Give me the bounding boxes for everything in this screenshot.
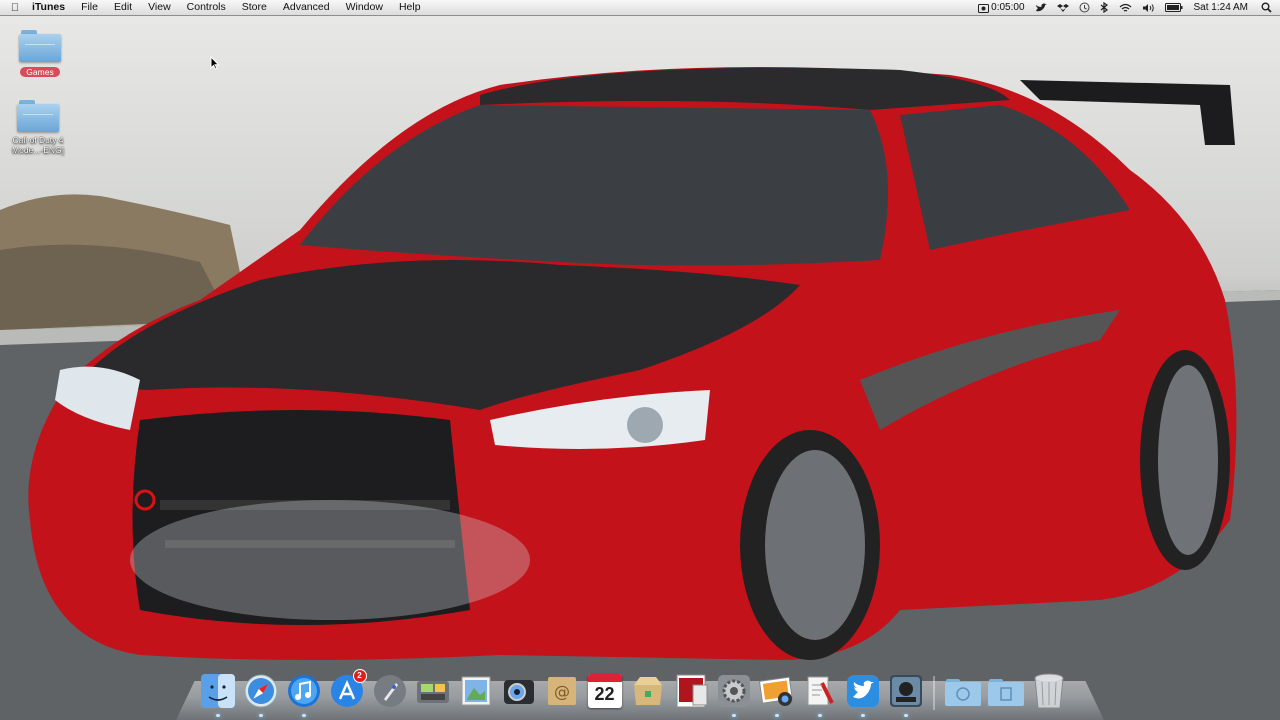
app-store-badge: 2 <box>352 669 367 683</box>
dock-ical[interactable]: 22 <box>586 672 624 710</box>
dock-documents-folder[interactable] <box>987 672 1025 710</box>
menu-file[interactable]: File <box>73 0 106 15</box>
record-icon <box>978 3 990 13</box>
documents-folder-icon <box>987 679 1024 706</box>
applications-folder-icon <box>944 679 981 706</box>
dock-launchpad[interactable] <box>371 672 409 710</box>
folder-icon <box>17 100 59 132</box>
menu-advanced[interactable]: Advanced <box>275 0 338 15</box>
mouse-pointer-icon <box>210 55 220 75</box>
bluetooth-icon[interactable] <box>1095 2 1114 13</box>
dock: 2 @ 22 <box>196 664 1070 717</box>
dock-game[interactable] <box>887 672 925 717</box>
trash-icon <box>1034 673 1063 709</box>
dock-photo-stack[interactable] <box>672 672 710 710</box>
time-machine-icon[interactable] <box>1074 2 1095 13</box>
apple-menu-icon[interactable]:  <box>0 2 30 14</box>
dock-iphoto[interactable] <box>758 672 796 717</box>
menu-store[interactable]: Store <box>234 0 275 15</box>
mail-icon: @ <box>547 677 576 705</box>
game-icon <box>889 675 922 707</box>
status-menus: 0:05:00 Sat 1:24 AM <box>973 0 1280 15</box>
iphoto-icon <box>758 676 793 706</box>
finder-icon <box>200 674 235 708</box>
dock-trash[interactable] <box>1030 672 1068 710</box>
dock-mail[interactable]: @ <box>543 672 581 710</box>
twitter-icon <box>846 675 879 707</box>
safari-icon <box>244 674 277 708</box>
photo-booth-icon <box>503 680 534 704</box>
dock-photo-booth[interactable] <box>500 672 538 710</box>
menu-controls[interactable]: Controls <box>179 0 234 15</box>
dock-safari[interactable] <box>242 672 280 717</box>
image-capture-icon <box>416 681 449 703</box>
dock-finder[interactable] <box>199 672 237 717</box>
app-menu-itunes[interactable]: iTunes <box>30 0 73 15</box>
status-timer[interactable]: 0:05:00 <box>973 0 1029 15</box>
dock-itunes[interactable] <box>285 672 323 717</box>
menu-edit[interactable]: Edit <box>106 0 140 15</box>
menu-bar:  iTunes File Edit View Controls Store A… <box>0 0 1280 16</box>
wifi-icon[interactable] <box>1114 3 1137 13</box>
svg-text:@: @ <box>554 682 570 701</box>
dock-system-preferences[interactable] <box>715 672 753 717</box>
dock-archive-utility[interactable] <box>629 672 667 710</box>
menubar-clock[interactable]: Sat 1:24 AM <box>1188 0 1256 15</box>
desktop-folder-label: Call of Duty 4 Mode...-ENG] <box>12 135 64 155</box>
dock-applications-folder[interactable] <box>944 672 982 710</box>
system-preferences-icon <box>717 675 750 707</box>
calendar-icon: 22 <box>587 674 622 708</box>
timer-text: 0:05:00 <box>991 2 1025 13</box>
dropbox-status-icon[interactable] <box>1052 3 1074 13</box>
preview-icon <box>461 676 490 706</box>
desktop-folder-games[interactable]: Games <box>2 30 78 80</box>
menu-view[interactable]: View <box>140 0 179 15</box>
spotlight-icon[interactable] <box>1256 2 1280 13</box>
script-editor-icon <box>807 676 834 706</box>
calendar-day: 22 <box>594 684 615 704</box>
dock-app-store[interactable]: 2 <box>328 669 367 710</box>
dock-script-editor[interactable] <box>801 672 839 717</box>
dock-preview[interactable] <box>457 672 495 710</box>
itunes-icon <box>287 675 320 707</box>
archive-utility-icon <box>633 677 662 705</box>
desktop-wallpaper <box>0 0 1280 720</box>
volume-icon[interactable] <box>1137 3 1160 13</box>
launchpad-icon <box>373 675 406 707</box>
dock-image-capture[interactable] <box>414 672 452 710</box>
desktop-folder-label: Games <box>20 67 60 77</box>
dock-separator <box>933 676 935 710</box>
desktop-folder-call-of-duty[interactable]: Call of Duty 4 Mode...-ENG] <box>0 100 76 155</box>
twitter-status-icon[interactable] <box>1030 3 1052 13</box>
photo-stack-icon <box>676 674 707 708</box>
menu-window[interactable]: Window <box>338 0 391 15</box>
dock-twitter[interactable] <box>844 672 882 717</box>
menu-help[interactable]: Help <box>391 0 429 15</box>
folder-icon <box>19 30 61 62</box>
car-wallpaper-illustration <box>0 67 1280 720</box>
battery-icon[interactable] <box>1160 3 1188 12</box>
